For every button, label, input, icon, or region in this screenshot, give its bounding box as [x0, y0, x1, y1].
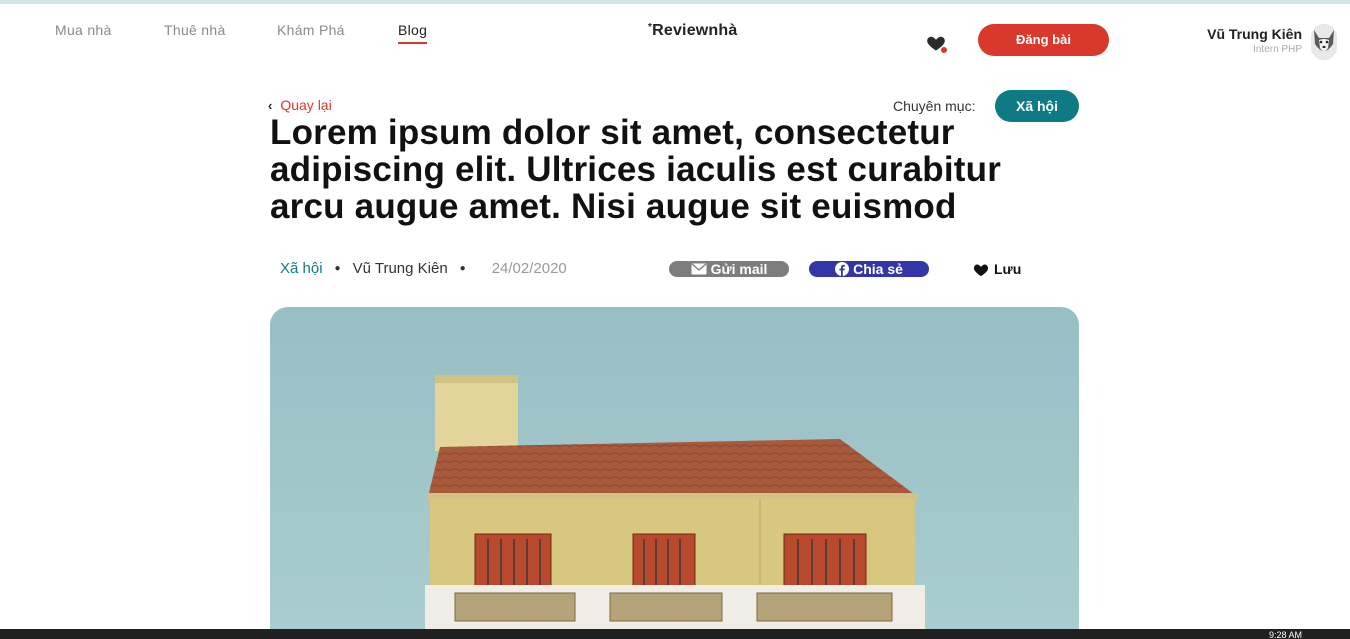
nav-item-mua-nha[interactable]: Mua nhà [55, 22, 112, 38]
article-title: Lorem ipsum dolor sit amet, consectetur … [270, 113, 1002, 226]
send-mail-button[interactable]: Gửi mail [669, 261, 789, 277]
save-button[interactable]: Lưu [973, 261, 1021, 277]
post-button[interactable]: Đăng bài [978, 24, 1109, 56]
save-label: Lưu [994, 261, 1022, 277]
heart-icon [973, 264, 989, 276]
back-label: Quay lại [280, 97, 332, 113]
meta-category[interactable]: Xã hội [280, 260, 323, 277]
meta-author[interactable]: Vũ Trung Kiên [353, 260, 448, 277]
facebook-icon [835, 262, 850, 276]
category-label: Chuyên mục: [893, 98, 976, 114]
favorites-button[interactable] [926, 33, 948, 55]
meta-separator: ● [459, 263, 466, 274]
user-role: Intern PHP [1253, 44, 1302, 55]
nav-item-thue-nha[interactable]: Thuê nhà [164, 22, 226, 38]
taskbar-clock: 9:28 AM [1268, 630, 1302, 639]
share-label: Chia sẻ [853, 261, 903, 277]
avatar[interactable] [1311, 24, 1337, 60]
notification-dot [940, 46, 948, 54]
send-mail-label: Gửi mail [710, 261, 768, 277]
nav-item-blog[interactable]: Blog [398, 22, 428, 44]
back-link[interactable]: ‹ Quay lại [268, 97, 332, 113]
house-illustration [425, 375, 925, 639]
avatar-husky-image [1311, 24, 1337, 60]
article-hero-image [270, 307, 1079, 639]
logo-text: Reviewnhà [652, 22, 738, 39]
article-meta: Xã hội ● Vũ Trung Kiên ● 24/02/2020 [280, 260, 567, 277]
chevron-left-icon: ‹ [268, 97, 273, 113]
user-name[interactable]: Vũ Trung Kiên [1207, 26, 1302, 42]
top-accent-line [0, 0, 1350, 4]
share-button[interactable]: Chia sẻ [809, 261, 929, 277]
site-logo[interactable]: *Reviewnhà [648, 22, 737, 40]
mail-icon [691, 263, 707, 275]
nav-item-kham-pha[interactable]: Khám Phá [277, 22, 345, 38]
meta-date: 24/02/2020 [491, 260, 567, 277]
meta-separator: ● [334, 263, 341, 274]
os-taskbar: 9:28 AM [0, 629, 1350, 639]
